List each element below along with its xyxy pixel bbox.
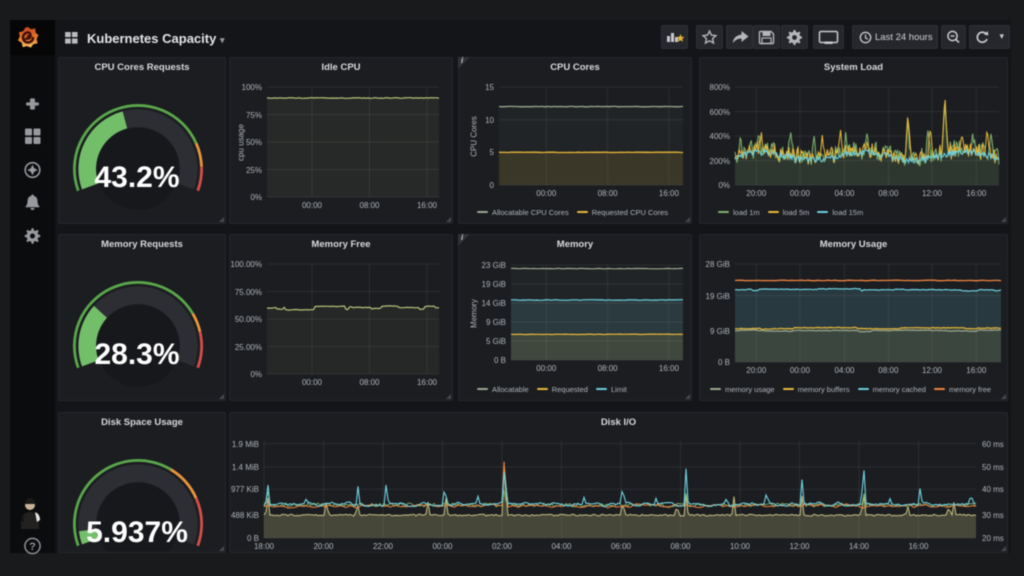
- svg-text:?: ?: [29, 541, 36, 553]
